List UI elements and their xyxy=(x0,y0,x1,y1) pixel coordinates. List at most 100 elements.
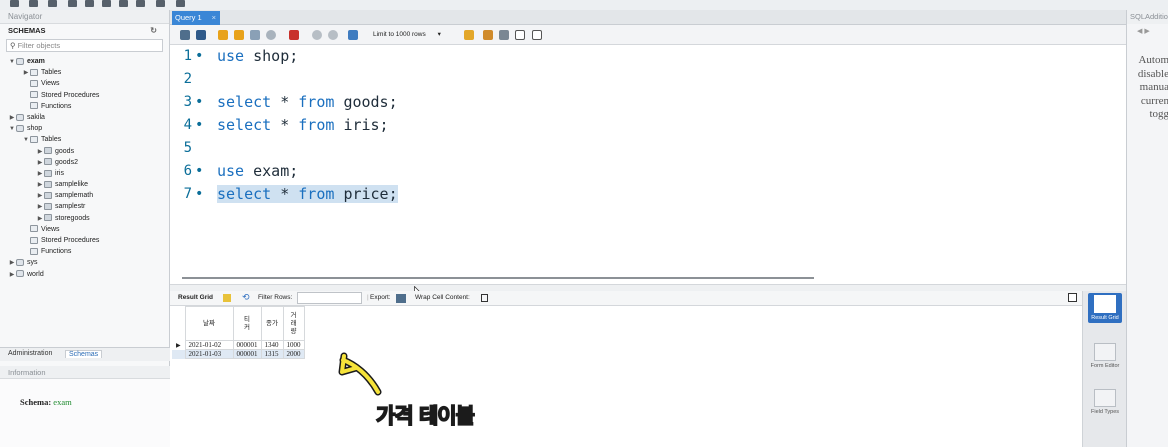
table-cell[interactable]: 1340 xyxy=(260,340,284,350)
context-help-line: disable xyxy=(1137,67,1168,80)
tree-item[interactable]: ▶ samplestr xyxy=(0,201,169,212)
find-icon[interactable] xyxy=(483,30,493,40)
navigator-tabs: Administration Schemas xyxy=(0,347,170,361)
column-header[interactable]: 티커 xyxy=(232,306,262,341)
tab-administration[interactable]: Administration xyxy=(8,350,52,357)
execute-current-icon[interactable] xyxy=(234,30,244,40)
execute-icon[interactable] xyxy=(218,30,228,40)
column-header[interactable]: 날짜 xyxy=(184,306,234,341)
tree-item[interactable]: ▼ exam xyxy=(0,56,169,67)
toggle-panel-icon[interactable] xyxy=(1068,293,1077,302)
code-line[interactable]: use shop; xyxy=(217,47,298,65)
open-sql-file-icon[interactable] xyxy=(29,0,38,7)
table-cell[interactable]: 2021-01-02 xyxy=(184,340,234,350)
search-table-icon[interactable] xyxy=(156,0,165,7)
tree-item[interactable]: ▶ iris xyxy=(0,168,169,179)
table-row[interactable]: 2021-01-03 000001 1315 2000 xyxy=(172,349,305,359)
commit-icon[interactable] xyxy=(312,30,322,40)
table-cell[interactable]: 2000 xyxy=(282,349,305,359)
table-icon xyxy=(44,169,52,177)
collapsed-arrow-icon[interactable]: ▶ xyxy=(8,270,16,281)
tree-item-label: world xyxy=(27,270,44,278)
search-icon[interactable] xyxy=(499,30,509,40)
limit-rows-select[interactable]: Limit to 1000 rows ▾ xyxy=(373,29,441,41)
tree-item[interactable]: ▶ Tables xyxy=(0,67,169,78)
annotation-caption: 가격 테이블 xyxy=(375,403,475,429)
tree-item[interactable]: Stored Procedures xyxy=(0,235,169,246)
new-sql-tab-icon[interactable] xyxy=(10,0,19,7)
create-procedure-icon[interactable] xyxy=(119,0,128,7)
tree-item[interactable]: Views xyxy=(0,224,169,235)
table-cell[interactable]: 2021-01-03 xyxy=(184,349,234,359)
result-side-bar: Result Grid Form Editor Field Types xyxy=(1082,291,1126,447)
open-file-icon[interactable] xyxy=(180,30,190,40)
create-view-icon[interactable] xyxy=(102,0,111,7)
column-header[interactable]: 종가 xyxy=(260,306,284,341)
grid-icon[interactable] xyxy=(223,294,231,302)
editor-horizontal-scrollbar[interactable] xyxy=(182,277,814,279)
tree-item[interactable]: ▶ sys xyxy=(0,257,169,268)
create-function-icon[interactable] xyxy=(136,0,145,7)
tree-item[interactable]: ▶ goods2 xyxy=(0,157,169,168)
result-grid-button[interactable]: Result Grid xyxy=(1088,293,1122,323)
tree-item[interactable]: ▼ shop xyxy=(0,123,169,134)
toggle-error-icon[interactable] xyxy=(289,30,299,40)
table-cell[interactable]: 000001 xyxy=(232,349,262,359)
table-cell[interactable]: 000001 xyxy=(232,340,262,350)
tree-item[interactable]: ▶ samplelike xyxy=(0,179,169,190)
column-header[interactable]: 거래량 xyxy=(282,306,305,341)
close-icon[interactable]: × xyxy=(212,11,216,25)
code-line[interactable]: select * from iris; xyxy=(217,116,389,134)
table-cell[interactable]: 1315 xyxy=(260,349,284,359)
filter-rows-input[interactable] xyxy=(297,292,362,304)
create-table-icon[interactable] xyxy=(85,0,94,7)
reconnect-icon[interactable] xyxy=(176,0,185,7)
tree-item[interactable]: ▶ samplemath xyxy=(0,190,169,201)
tree-item[interactable]: Views xyxy=(0,78,169,89)
tree-item[interactable]: ▶ world xyxy=(0,269,169,280)
tree-item[interactable]: Functions xyxy=(0,101,169,112)
stop-icon[interactable] xyxy=(266,30,276,40)
query-toolbar: Limit to 1000 rows ▾ xyxy=(170,25,1126,45)
sql-editor[interactable]: 1 • use shop; 2 3 • select * from goods; 4 • sele… xyxy=(170,45,1126,273)
explain-icon[interactable] xyxy=(250,30,260,40)
tree-item-label: goods xyxy=(55,147,75,155)
result-grid-label[interactable]: Result Grid xyxy=(178,294,213,301)
autocommit-icon[interactable] xyxy=(348,30,358,40)
beautify-icon[interactable] xyxy=(464,30,474,40)
export-icon[interactable] xyxy=(396,294,406,303)
tree-item[interactable]: ▶ storegoods xyxy=(0,213,169,224)
invisible-chars-icon[interactable] xyxy=(515,30,525,40)
table-icon xyxy=(44,180,52,188)
wrap-lines-icon[interactable] xyxy=(532,30,542,40)
tab-query-1[interactable]: Query 1 × xyxy=(172,11,220,25)
folder-icon xyxy=(30,236,38,244)
tree-item[interactable]: ▶ goods xyxy=(0,146,169,157)
info-icon[interactable] xyxy=(48,0,57,7)
tree-item[interactable]: ▼ Tables xyxy=(0,134,169,145)
code-line[interactable]: select * from goods; xyxy=(217,93,398,111)
code-line[interactable]: select * from price; xyxy=(217,185,398,203)
schema-info: Schema: exam xyxy=(20,397,72,407)
refresh-icon[interactable]: ↻ xyxy=(150,24,157,38)
field-types-button[interactable]: Field Types xyxy=(1088,389,1122,415)
create-schema-icon[interactable] xyxy=(68,0,77,7)
panel-divider[interactable] xyxy=(170,284,1126,291)
rollback-icon[interactable] xyxy=(328,30,338,40)
tree-item[interactable]: ▶ sakila xyxy=(0,112,169,123)
snippet-nav-arrows[interactable]: ◀ ▶ xyxy=(1127,24,1168,40)
form-editor-button[interactable]: Form Editor xyxy=(1088,343,1122,369)
folder-icon xyxy=(30,225,38,233)
tab-schemas[interactable]: Schemas xyxy=(65,350,103,358)
tree-item[interactable]: Stored Procedures xyxy=(0,90,169,101)
tree-item-label: goods2 xyxy=(55,158,78,166)
save-icon[interactable] xyxy=(196,30,206,40)
filter-objects-input[interactable]: ⚲ Filter objects xyxy=(6,39,163,52)
row-marker-header xyxy=(172,307,185,341)
table-row[interactable]: ▶ 2021-01-02 000001 1340 1000 xyxy=(172,340,305,350)
wrap-cell-icon[interactable] xyxy=(481,294,488,302)
code-line[interactable]: use exam; xyxy=(217,162,298,180)
table-cell[interactable]: 1000 xyxy=(282,340,305,350)
tree-item[interactable]: Functions xyxy=(0,246,169,257)
tree-item-label: sakila xyxy=(27,113,45,121)
